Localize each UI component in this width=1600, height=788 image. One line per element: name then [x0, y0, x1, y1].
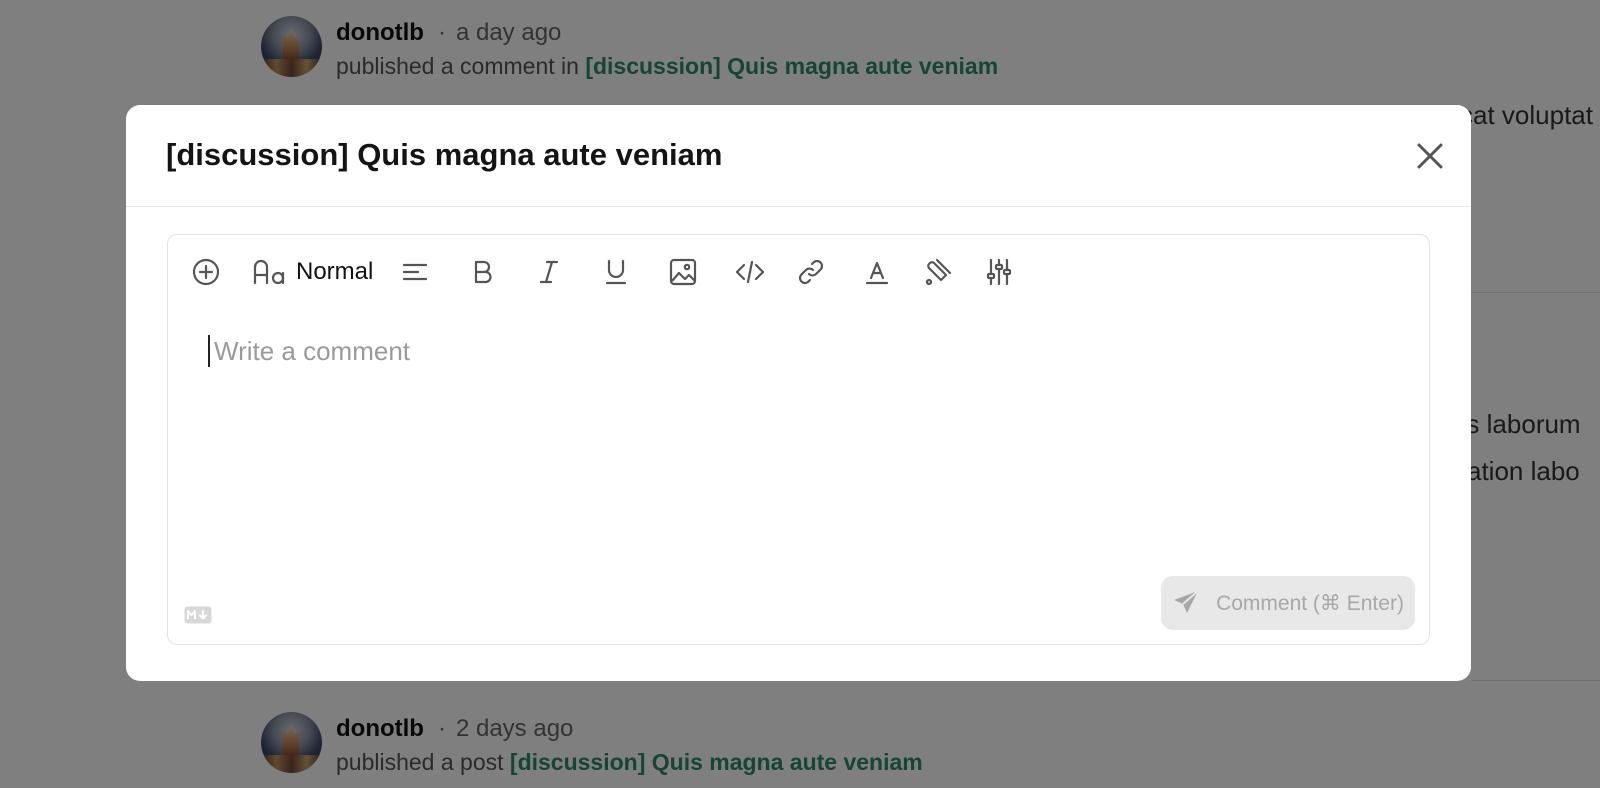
modal-title: [discussion] Quis magna aute veniam — [166, 137, 723, 172]
text-color-icon — [866, 261, 889, 285]
font-size-icon — [253, 259, 285, 285]
highlight-button[interactable] — [920, 254, 956, 290]
code-icon — [736, 260, 765, 284]
link-icon — [799, 259, 824, 285]
italic-button[interactable] — [531, 254, 567, 290]
image-button[interactable] — [665, 254, 701, 290]
underline-button[interactable] — [598, 254, 634, 290]
comment-input[interactable]: Write a comment — [208, 331, 1389, 371]
text-color-button[interactable] — [859, 254, 895, 290]
italic-icon — [540, 260, 559, 284]
modal-header: [discussion] Quis magna aute veniam — [126, 105, 1471, 207]
comment-modal: [discussion] Quis magna aute veniam Norm… — [126, 105, 1471, 681]
editor-toolbar: Normal — [188, 253, 1017, 291]
settings-button[interactable] — [981, 254, 1017, 290]
bold-button[interactable] — [464, 254, 500, 290]
markdown-icon — [184, 606, 212, 624]
submit-comment-button[interactable]: Comment (⌘ Enter) — [1161, 576, 1415, 630]
comment-placeholder: Write a comment — [214, 335, 411, 366]
image-icon — [670, 258, 697, 286]
send-icon — [1174, 590, 1199, 613]
submit-label: Comment (⌘ Enter) — [1216, 591, 1404, 615]
plus-circle-icon — [192, 258, 220, 286]
align-left-icon — [403, 263, 428, 281]
highlight-icon — [926, 258, 952, 286]
sliders-icon — [987, 258, 1012, 286]
align-button[interactable] — [397, 254, 433, 290]
insert-button[interactable] — [188, 254, 224, 290]
underline-icon — [606, 259, 627, 285]
close-button[interactable] — [1411, 137, 1449, 175]
font-style-label: Normal — [296, 258, 374, 285]
comment-editor: Normal Write a comment Comment (⌘ Enter) — [167, 234, 1430, 645]
code-button[interactable] — [732, 254, 768, 290]
bold-icon — [475, 260, 492, 284]
font-style-dropdown[interactable]: Normal — [252, 257, 373, 287]
close-icon — [1417, 143, 1443, 169]
link-button[interactable] — [793, 254, 829, 290]
text-caret — [208, 335, 210, 367]
